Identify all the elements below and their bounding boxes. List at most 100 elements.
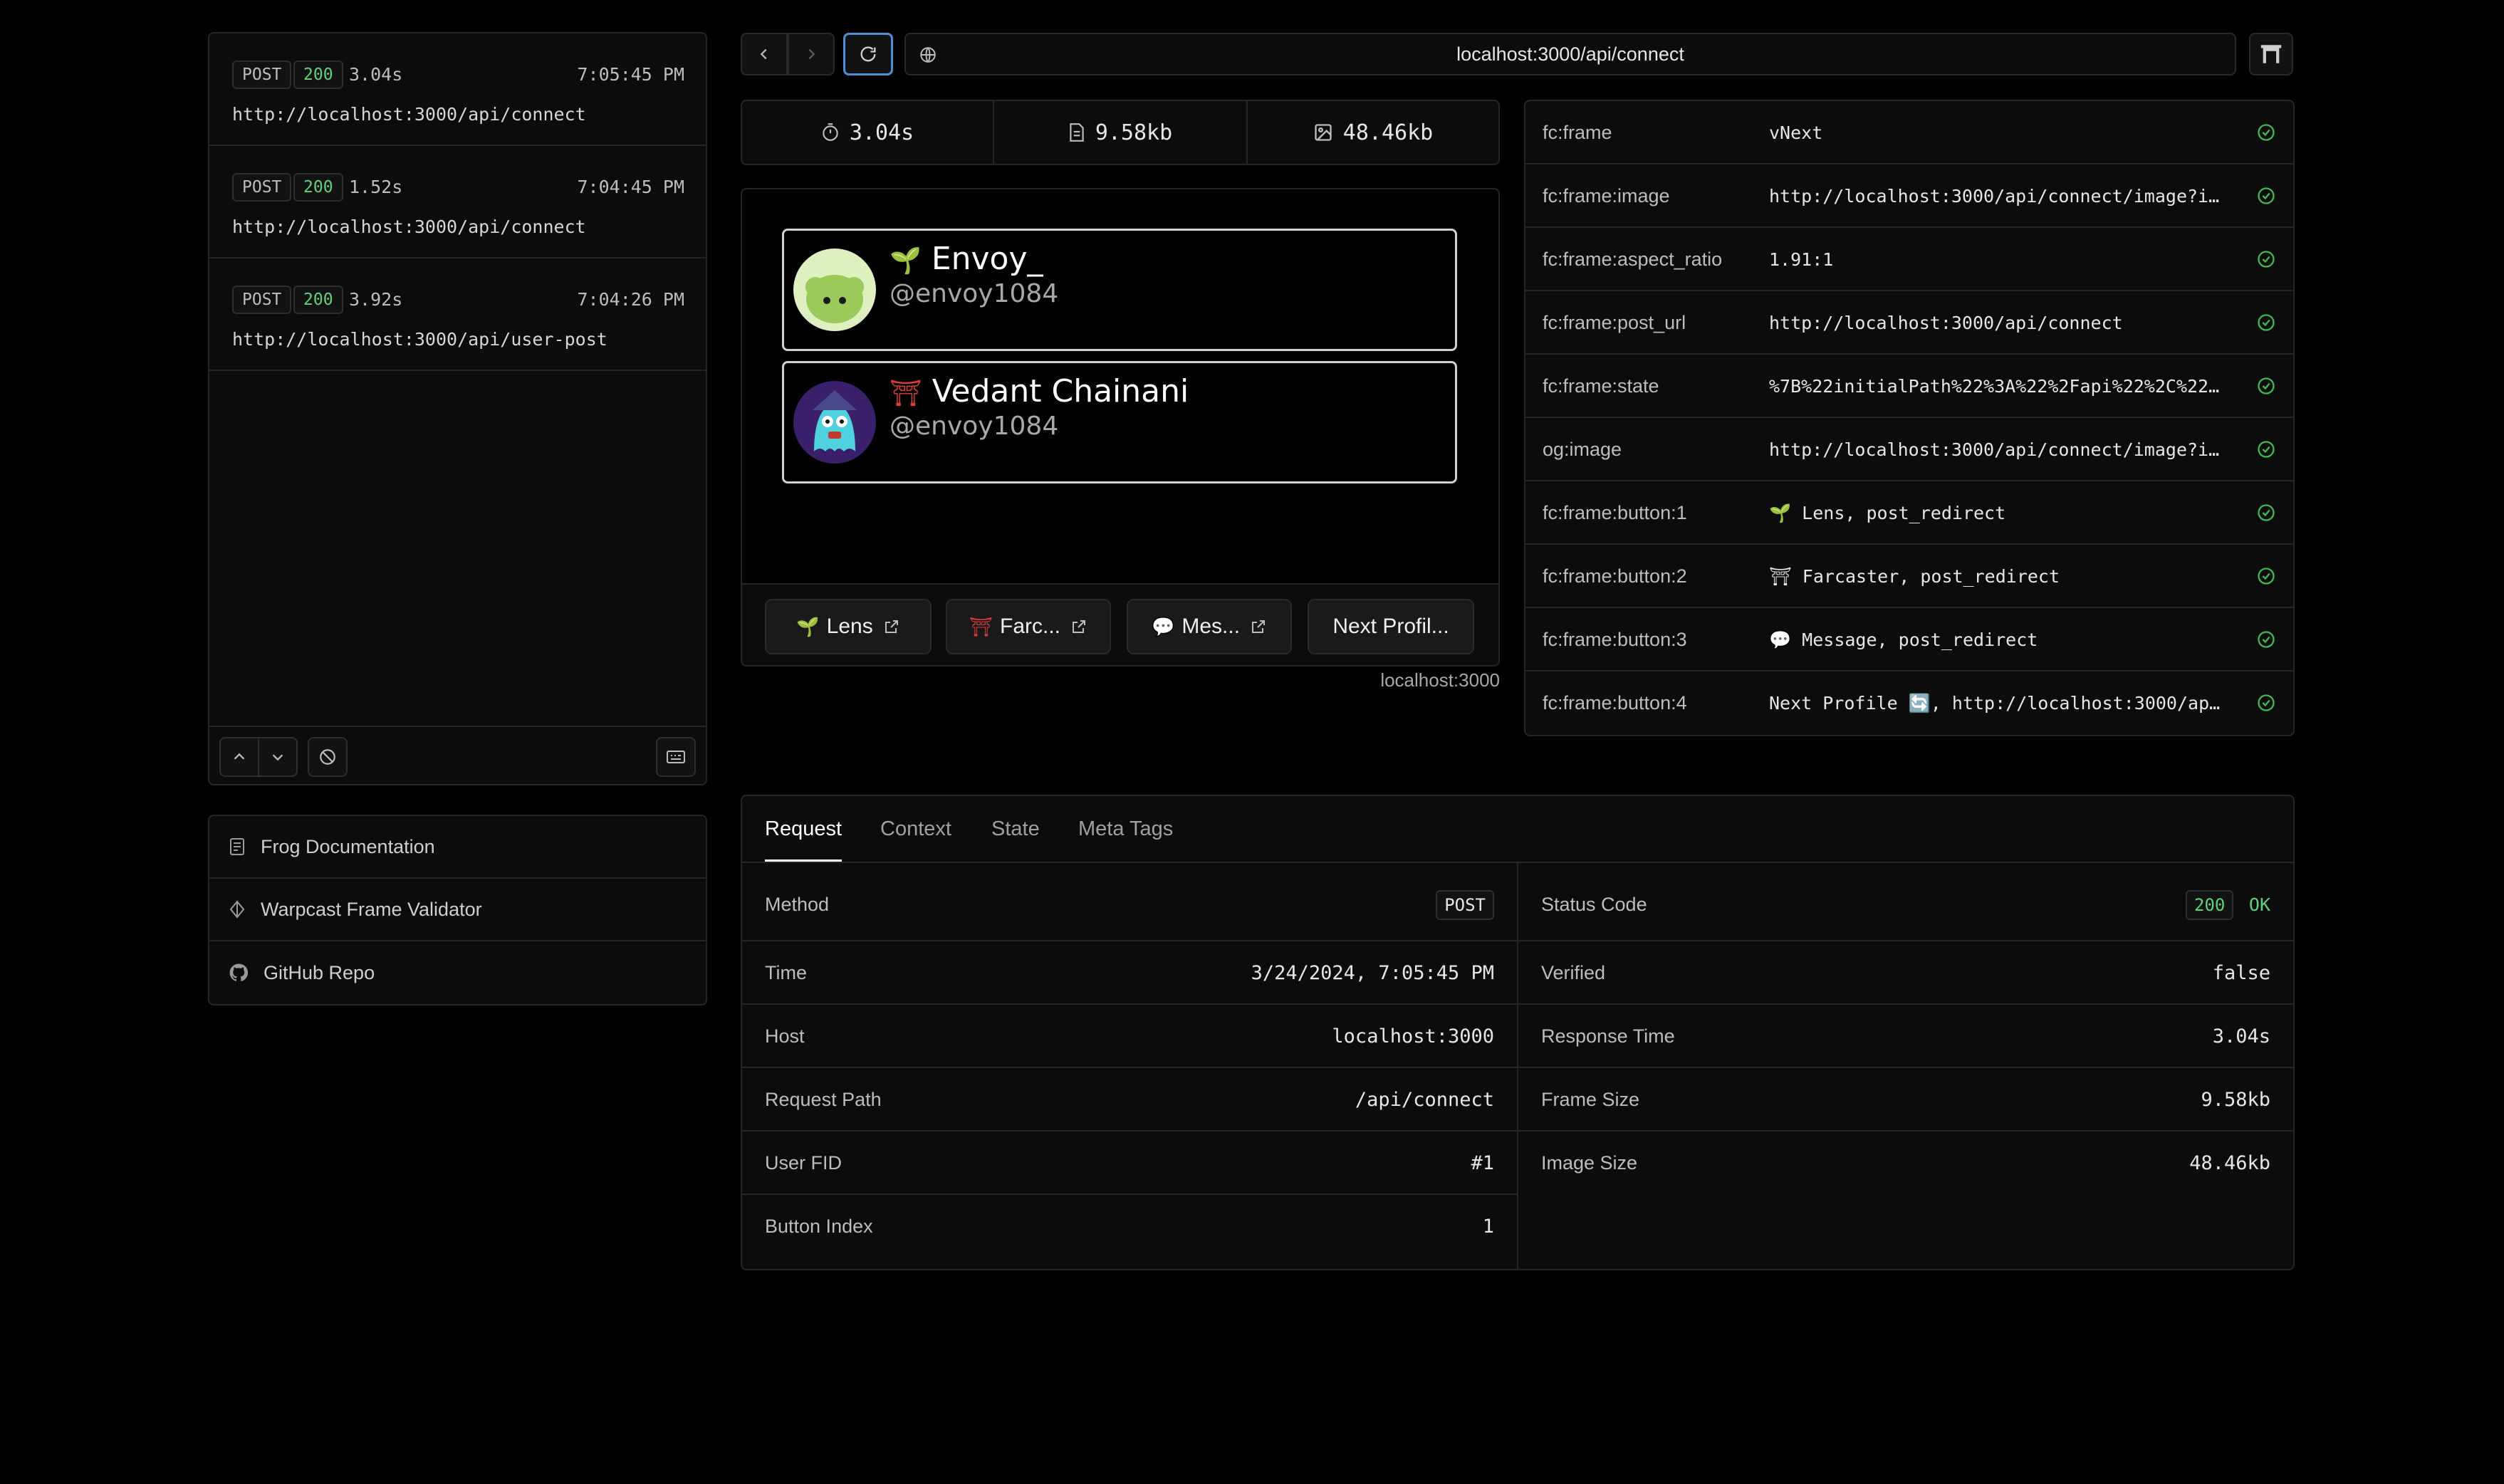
address-bar[interactable]: localhost:3000/api/connect — [904, 33, 2236, 75]
frame-button-lens[interactable]: 🌱 Lens — [765, 599, 932, 654]
meta-value: http://localhost:3000/api/connect — [1769, 313, 2123, 333]
detail-value: /api/connect — [1355, 1089, 1494, 1111]
detail-label: User FID — [765, 1152, 842, 1174]
detail-value: #1 — [1471, 1152, 1494, 1174]
metric-time-value: 3.04s — [849, 120, 914, 145]
meta-value: 💬 Message, post_redirect — [1769, 629, 2038, 650]
tab-request[interactable]: Request — [765, 796, 843, 862]
request-url: http://localhost:3000/api/connect — [232, 104, 586, 125]
timestamp-text: 7:04:45 PM — [577, 177, 684, 197]
timestamp-text: 7:05:45 PM — [577, 64, 684, 85]
document-icon — [230, 838, 244, 855]
detail-row-time: Time 3/24/2024, 7:05:45 PM — [742, 941, 1517, 1005]
check-circle-icon — [2258, 631, 2275, 648]
frame-button-next-profile[interactable]: Next Profil... — [1308, 599, 1474, 654]
meta-key: og:image — [1543, 439, 1622, 460]
meta-row: fc:frame:image http://localhost:3000/api… — [1525, 164, 2293, 228]
history-item[interactable]: POST 200 3.92s 7:04:26 PM http://localho… — [209, 258, 706, 371]
github-icon — [229, 963, 248, 981]
detail-value: false — [2212, 962, 2270, 984]
history-item[interactable]: POST 200 3.04s 7:05:45 PM http://localho… — [209, 33, 706, 146]
duration-text: 1.52s — [349, 177, 403, 197]
method-badge: POST — [232, 61, 292, 89]
detail-label: Button Index — [765, 1216, 873, 1237]
meta-key: fc:frame:image — [1543, 185, 1670, 207]
check-circle-icon — [2258, 251, 2275, 268]
check-circle-icon — [2258, 441, 2275, 458]
forward-button[interactable] — [788, 33, 835, 75]
clear-history-button[interactable] — [308, 737, 348, 777]
file-icon — [1070, 123, 1084, 142]
method-badge: POST — [232, 286, 292, 314]
status-badge: 200 — [293, 61, 343, 89]
frame-button-message[interactable]: 💬 Mes... — [1127, 599, 1292, 654]
profile-handle: @envoy1084 — [890, 279, 1059, 308]
detail-label: Response Time — [1541, 1025, 1675, 1047]
meta-row: fc:frame:state %7B%22initialPath%22%3A%2… — [1525, 355, 2293, 418]
scroll-down-button[interactable] — [258, 737, 298, 777]
meta-row: fc:frame:button:3 💬 Message, post_redire… — [1525, 608, 2293, 672]
toggle-view-button[interactable] — [656, 737, 696, 777]
meta-value: Next Profile 🔄, http://localhost:3000/ap… — [1769, 693, 2225, 714]
profile-handle: @envoy1084 — [890, 412, 1059, 441]
meta-key: fc:frame:button:1 — [1543, 502, 1687, 523]
torii-emoji: ⛩ — [969, 615, 993, 637]
image-icon — [1315, 124, 1332, 141]
status-code-badge: 200 — [2186, 890, 2234, 920]
request-history-panel: POST 200 3.04s 7:05:45 PM http://localho… — [208, 32, 707, 785]
detail-row-status: Status Code 200 OK — [1518, 863, 2293, 941]
frame-image[interactable]: 🌱 Envoy_ @envoy1084 ⛩ Vedant Chainani @e… — [742, 189, 1498, 585]
tab-context[interactable]: Context — [880, 796, 951, 862]
history-toolbar — [209, 726, 706, 785]
status-badge: 200 — [293, 286, 343, 314]
method-badge: POST — [1436, 890, 1494, 920]
detail-label: Status Code — [1541, 894, 1647, 915]
detail-label: Time — [765, 962, 807, 983]
link-label: GitHub Repo — [264, 961, 375, 983]
address-url: localhost:3000/api/connect — [1456, 43, 1684, 65]
detail-label: Image Size — [1541, 1152, 1638, 1174]
keyboard-icon — [667, 751, 685, 763]
check-circle-icon — [2258, 568, 2275, 585]
meta-value: %7B%22initialPath%22%3A%22%2Fapi%22%2C%2… — [1769, 376, 2225, 397]
torii-icon — [2260, 45, 2282, 63]
tab-state[interactable]: State — [991, 796, 1040, 862]
profile-card: ⛩ Vedant Chainani @envoy1084 — [782, 361, 1457, 484]
metric-frame-size-value: 9.58kb — [1095, 120, 1173, 145]
external-link-icon — [1252, 620, 1266, 633]
link-warpcast-validator[interactable]: Warpcast Frame Validator — [209, 879, 706, 941]
detail-row-response-time: Response Time 3.04s — [1518, 1005, 2293, 1068]
scroll-up-button[interactable] — [219, 737, 259, 777]
back-button[interactable] — [741, 33, 788, 75]
frame-button-label: Mes... — [1181, 615, 1241, 638]
detail-row-host: Host localhost:3000 — [742, 1005, 1517, 1068]
chevron-left-icon — [760, 48, 767, 60]
details-panel: Request Context State Meta Tags Method P… — [741, 795, 2295, 1270]
check-circle-icon — [2258, 187, 2275, 204]
refresh-button[interactable] — [843, 33, 893, 75]
link-label: Warpcast Frame Validator — [261, 898, 482, 920]
detail-label: Verified — [1541, 962, 1606, 983]
check-circle-icon — [2258, 504, 2275, 521]
link-github-repo[interactable]: GitHub Repo — [209, 941, 706, 1004]
link-frog-documentation[interactable]: Frog Documentation — [209, 816, 706, 879]
stopwatch-icon — [823, 123, 838, 141]
tab-meta-tags[interactable]: Meta Tags — [1078, 796, 1173, 862]
status-text: OK — [2248, 894, 2270, 915]
frame-preview-button[interactable] — [2249, 33, 2293, 75]
check-circle-icon — [2258, 314, 2275, 331]
detail-label: Host — [765, 1025, 805, 1047]
metric-image-size: 48.46kb — [1248, 101, 1498, 164]
seedling-emoji: 🌱 — [890, 246, 922, 276]
meta-key: fc:frame:button:2 — [1543, 565, 1687, 587]
frame-button-farcaster[interactable]: ⛩ Farc... — [946, 599, 1111, 654]
meta-value: http://localhost:3000/api/connect/image?… — [1769, 439, 2225, 460]
frame-button-label: Next Profil... — [1332, 615, 1449, 638]
history-item[interactable]: POST 200 1.52s 7:04:45 PM http://localho… — [209, 146, 706, 258]
torii-emoji: ⛩ — [890, 379, 922, 408]
refresh-icon — [860, 46, 876, 62]
metric-frame-size: 9.58kb — [994, 101, 1248, 164]
profile-name-text: Envoy_ — [931, 241, 1043, 277]
detail-row-path: Request Path /api/connect — [742, 1068, 1517, 1132]
seedling-emoji: 🌱 — [796, 615, 820, 637]
